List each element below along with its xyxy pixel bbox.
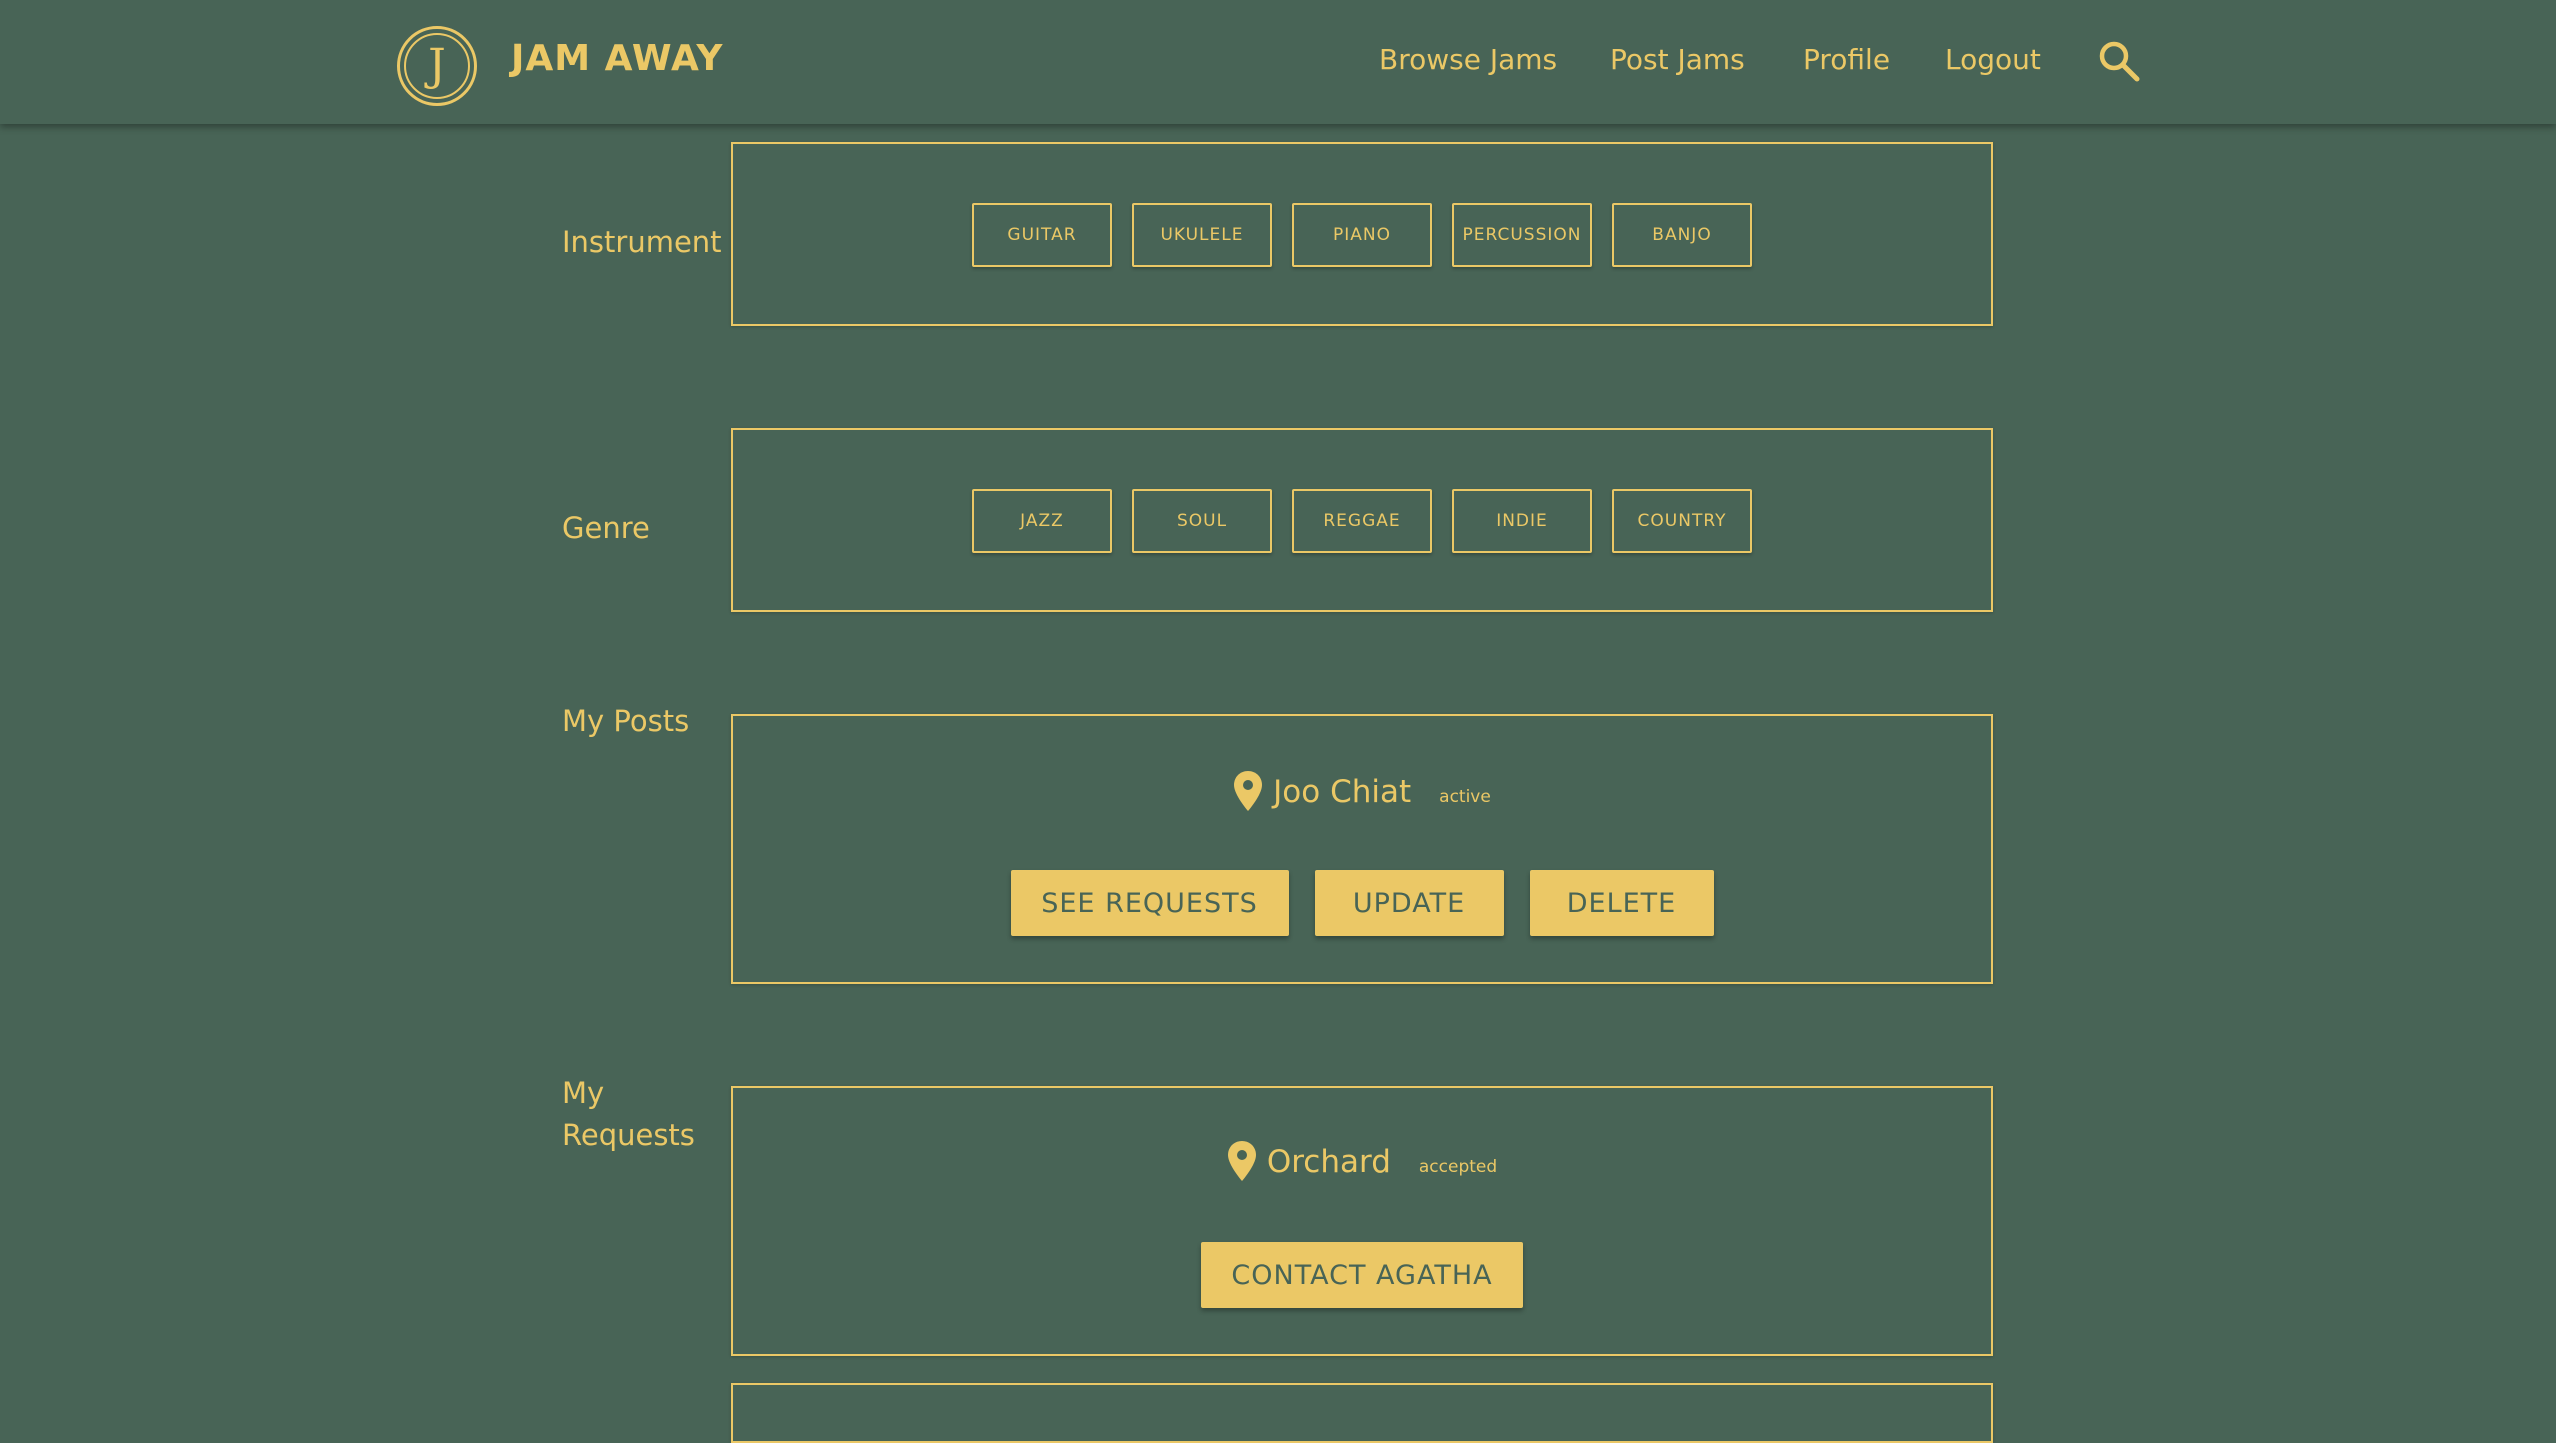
- post-location-name: Joo Chiat: [1273, 774, 1412, 810]
- genre-panel: JAZZ SOUL REGGAE INDIE COUNTRY: [731, 428, 1993, 612]
- genre-chip-country[interactable]: COUNTRY: [1612, 489, 1752, 553]
- delete-button[interactable]: DELETE: [1529, 870, 1714, 936]
- my-requests-label-line2: Requests: [562, 1118, 695, 1152]
- next-request-panel: [731, 1383, 1993, 1443]
- instrument-options: GUITAR UKULELE PIANO PERCUSSION BANJO: [733, 203, 1991, 267]
- genre-options: JAZZ SOUL REGGAE INDIE COUNTRY: [733, 489, 1991, 553]
- nav-profile[interactable]: Profile: [1803, 43, 1890, 76]
- nav-logout[interactable]: Logout: [1945, 43, 2041, 76]
- genre-chip-jazz[interactable]: JAZZ: [972, 489, 1112, 553]
- request-location: Orchard accepted: [733, 1140, 1991, 1182]
- instrument-chip-percussion[interactable]: PERCUSSION: [1452, 203, 1592, 267]
- my-requests-label-line1: My: [562, 1076, 605, 1110]
- my-posts-label: My Posts: [562, 704, 690, 738]
- request-status-badge: accepted: [1418, 1157, 1498, 1177]
- nav-browse-jams[interactable]: Browse Jams: [1379, 43, 1557, 76]
- instrument-label: Instrument: [562, 225, 722, 259]
- genre-chip-indie[interactable]: INDIE: [1452, 489, 1592, 553]
- my-posts-panel: Joo Chiat active SEE REQUESTS UPDATE DEL…: [731, 714, 1993, 984]
- contact-agatha-button[interactable]: CONTACT AGATHA: [1201, 1242, 1523, 1308]
- navbar: J JAM AWAY Browse Jams Post Jams Profile…: [0, 0, 2556, 124]
- my-requests-panel: Orchard accepted CONTACT AGATHA: [731, 1086, 1993, 1356]
- instrument-chip-guitar[interactable]: GUITAR: [972, 203, 1112, 267]
- request-actions: CONTACT AGATHA: [733, 1242, 1991, 1308]
- logo-letter: J: [428, 40, 446, 91]
- post-status-badge: active: [1439, 787, 1491, 807]
- brand-name[interactable]: JAM AWAY: [511, 38, 723, 79]
- genre-label: Genre: [562, 511, 650, 545]
- logo[interactable]: J: [397, 26, 477, 106]
- instrument-chip-piano[interactable]: PIANO: [1292, 203, 1432, 267]
- genre-chip-soul[interactable]: SOUL: [1132, 489, 1272, 553]
- genre-chip-reggae[interactable]: REGGAE: [1292, 489, 1432, 553]
- instrument-panel: GUITAR UKULELE PIANO PERCUSSION BANJO: [731, 142, 1993, 326]
- post-location: Joo Chiat active: [733, 770, 1991, 812]
- update-button[interactable]: UPDATE: [1314, 870, 1504, 936]
- nav-post-jams[interactable]: Post Jams: [1610, 43, 1745, 76]
- see-requests-button[interactable]: SEE REQUESTS: [1010, 870, 1289, 936]
- location-pin-icon: [1227, 1141, 1256, 1181]
- request-location-name: Orchard: [1266, 1144, 1391, 1180]
- instrument-chip-banjo[interactable]: BANJO: [1612, 203, 1752, 267]
- search-icon[interactable]: [2098, 40, 2140, 82]
- location-pin-icon: [1234, 771, 1263, 811]
- post-actions: SEE REQUESTS UPDATE DELETE: [733, 870, 1991, 936]
- instrument-chip-ukulele[interactable]: UKULELE: [1132, 203, 1272, 267]
